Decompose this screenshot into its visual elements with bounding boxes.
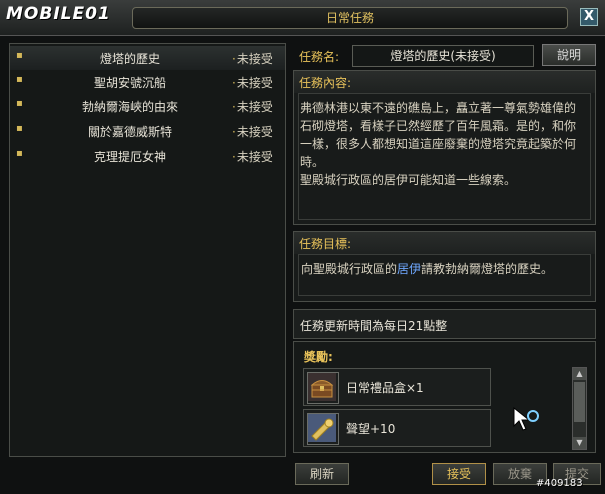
- bullet-icon: ▪: [16, 98, 23, 109]
- reward-scrollbar[interactable]: ▲ ▼: [572, 367, 587, 450]
- quest-content-text: 弗德林港以東不遠的礁島上，矗立著一尊氣勢雄偉的 石砌燈塔，看樣子已然經歷了百年風…: [300, 99, 592, 189]
- refresh-time-info: 任務更新時間為每日21點整: [293, 309, 596, 339]
- reward-item-name: 日常禮品盒×1: [346, 381, 424, 395]
- quest-name-label: 任務名:: [299, 50, 340, 64]
- quest-name-value: 燈塔的歷史(未接受): [352, 45, 534, 67]
- quest-goal-text: 向聖殿城行政區的居伊請教勃納爾燈塔的歷史。: [301, 260, 553, 277]
- content-line: 石砌燈塔，看樣子已然經歷了百年風霜。是的，和你: [300, 119, 577, 133]
- accept-button[interactable]: 接受: [432, 463, 486, 485]
- quest-status: 未接受: [232, 148, 273, 165]
- content-line: 時。: [300, 155, 325, 169]
- watermark: #409183: [536, 478, 583, 489]
- quest-status: 未接受: [232, 98, 273, 115]
- explain-button[interactable]: 說明: [542, 44, 596, 66]
- quest-status: 未接受: [232, 74, 273, 91]
- quest-name: 聖胡安號沉船: [93, 76, 166, 90]
- quest-goal-label: 任務目標:: [294, 232, 595, 254]
- treasure-chest-icon: [307, 372, 339, 404]
- quest-list: ▪ 燈塔的歷史 未接受 ▪ 聖胡安號沉船 未接受 ▪ 勃納爾海峽的由來 未接受 …: [9, 43, 286, 457]
- quest-list-item[interactable]: ▪ 燈塔的歷史 未接受: [10, 46, 285, 70]
- quest-content-label: 任務內容:: [294, 71, 595, 93]
- quest-list-item[interactable]: ▪ 聖胡安號沉船 未接受: [10, 70, 285, 94]
- close-button[interactable]: X: [580, 8, 598, 26]
- quest-name: 克理提厄女神: [93, 150, 166, 164]
- window-title: 日常任務: [132, 7, 568, 29]
- quest-name: 勃納爾海峽的由來: [81, 100, 178, 114]
- quest-list-item[interactable]: ▪ 克理提厄女神 未接受: [10, 144, 285, 168]
- quest-status: 未接受: [232, 50, 273, 67]
- reward-item[interactable]: 聲望+10: [303, 409, 491, 447]
- bullet-icon: ▪: [16, 50, 23, 61]
- content-line: 弗德林港以東不遠的礁島上，矗立著一尊氣勢雄偉的: [300, 101, 577, 115]
- reward-item-name: 聲望+10: [346, 422, 396, 436]
- trumpet-icon: [307, 413, 339, 445]
- bullet-icon: ▪: [16, 148, 23, 159]
- quest-name: 關於嘉德威斯特: [87, 125, 172, 139]
- quest-goal-panel: 任務目標: 向聖殿城行政區的居伊請教勃納爾燈塔的歷史。: [293, 231, 596, 302]
- reward-panel: 獎勵: 日常禮品盒×1 聲望+10 ▲ ▼: [293, 341, 596, 453]
- mouse-cursor-icon: [512, 406, 542, 434]
- quest-status: 未接受: [232, 123, 273, 140]
- npc-link[interactable]: 居伊: [397, 262, 421, 276]
- quest-list-item[interactable]: ▪ 關於嘉德威斯特 未接受: [10, 119, 285, 143]
- bullet-icon: ▪: [16, 74, 23, 85]
- quest-content-panel: 任務內容: 弗德林港以東不遠的礁島上，矗立著一尊氣勢雄偉的 石砌燈塔，看樣子已然…: [293, 70, 596, 225]
- refresh-button[interactable]: 刷新: [295, 463, 349, 485]
- scroll-up-arrow-icon[interactable]: ▲: [573, 368, 586, 380]
- content-line: 一樣，很多人都想知道這座廢棄的燈塔究竟起築於何: [300, 137, 577, 151]
- quest-name: 燈塔的歷史: [99, 52, 160, 66]
- scroll-down-arrow-icon[interactable]: ▼: [573, 437, 586, 449]
- reward-label: 獎勵:: [304, 350, 333, 364]
- quest-list-item[interactable]: ▪ 勃納爾海峽的由來 未接受: [10, 94, 285, 118]
- goal-text-suffix: 請教勃納爾燈塔的歷史。: [421, 262, 554, 276]
- bullet-icon: ▪: [16, 123, 23, 134]
- scroll-thumb[interactable]: [574, 382, 585, 422]
- mobile01-logo: MOBILE01: [6, 4, 111, 24]
- goal-text-prefix: 向聖殿城行政區的: [301, 262, 398, 276]
- content-line: 聖殿城行政區的居伊可能知道一些線索。: [300, 173, 517, 187]
- reward-item[interactable]: 日常禮品盒×1: [303, 368, 491, 406]
